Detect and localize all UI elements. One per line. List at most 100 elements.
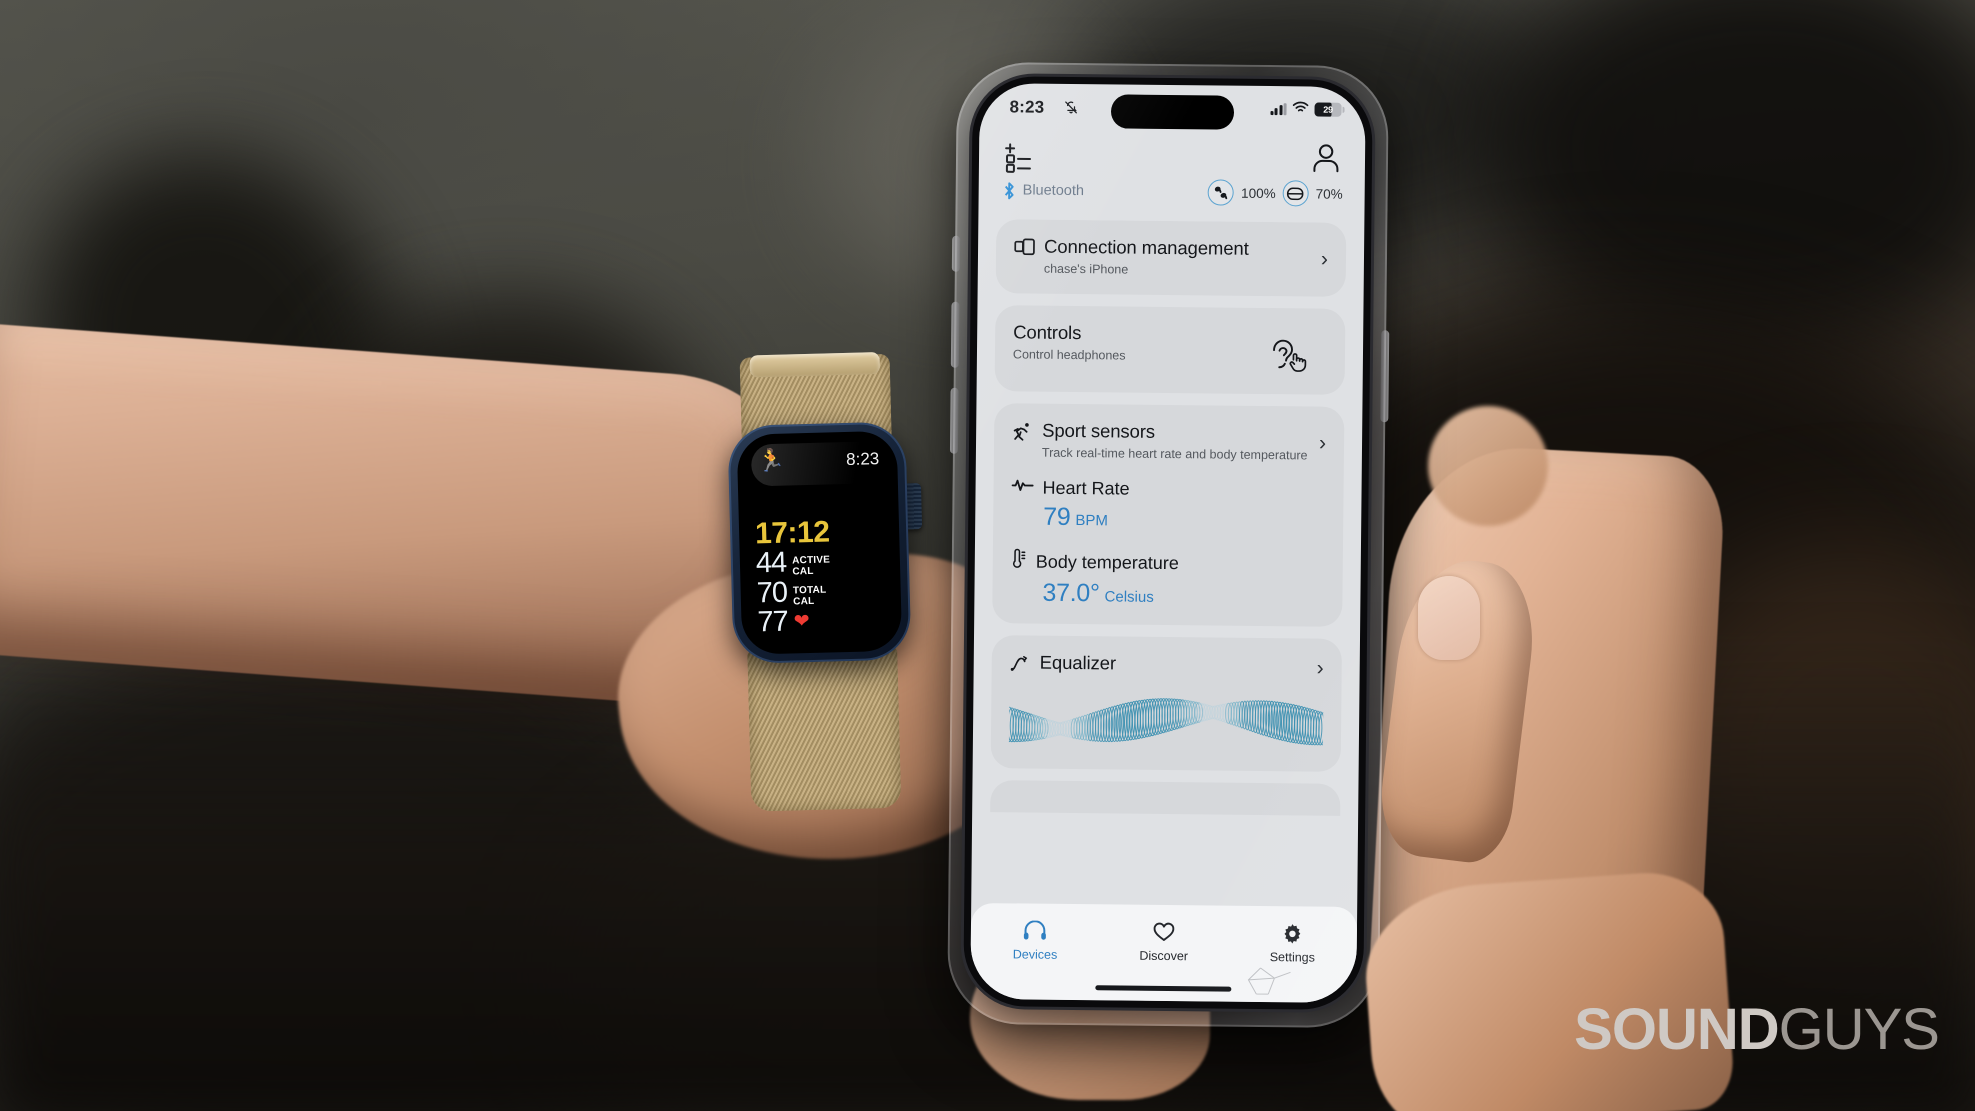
chevron-right-icon[interactable]: ›: [1313, 431, 1326, 454]
status-bar-indicators: 29: [1269, 100, 1345, 119]
status-bar: 8:23 29: [979, 83, 1365, 135]
chevron-right-icon[interactable]: ›: [1315, 248, 1328, 271]
sport-sensors-card[interactable]: Sport sensors Track real-time heart rate…: [992, 402, 1345, 627]
heart-rate-label: Heart Rate: [1042, 477, 1130, 499]
chevron-right-icon[interactable]: ›: [1311, 657, 1324, 680]
heart-rate-value: 79: [1043, 502, 1071, 531]
card-list: Connection management chase's iPhone › C…: [971, 219, 1364, 897]
watch-band-clasp: [749, 352, 881, 378]
watch-active-calories: 44 ACTIVE CAL: [755, 546, 831, 580]
body-temperature-metric: Body temperature 37.0° Celsius: [1010, 548, 1325, 610]
running-person-icon: 🏃: [756, 447, 785, 474]
soundguys-watermark: SOUNDGUYS: [1574, 1001, 1940, 1059]
battery-percent: 29: [1323, 104, 1333, 115]
battery-cap: [1342, 106, 1345, 113]
body-temperature-reading: 37.0° Celsius: [1042, 579, 1324, 611]
app-header: Bluetooth 100% 70%: [978, 131, 1365, 223]
heart-icon: ❤: [793, 611, 810, 633]
active-cal-line1: ACTIVE: [792, 554, 831, 567]
phone-screen[interactable]: 8:23 29 Bluetooth 100% 70% Connection ma…: [970, 83, 1366, 1003]
watch-case: 🏃 8:23 17:12 44 ACTIVE CAL 70 TOTAL CAL …: [727, 421, 912, 665]
phone-body: 8:23 29 Bluetooth 100% 70% Connection ma…: [963, 75, 1373, 1011]
equalizer-title: Equalizer: [1039, 651, 1117, 674]
finger: [1428, 406, 1548, 526]
watch-screen[interactable]: 🏃 8:23 17:12 44 ACTIVE CAL 70 TOTAL CAL …: [736, 430, 903, 655]
volume-up-button[interactable]: [950, 301, 960, 368]
bluetooth-status-row: Bluetooth 100% 70%: [1003, 177, 1343, 207]
bottom-tab-bar: Devices Discover Settings: [970, 902, 1358, 1003]
case-battery: 70%: [1315, 186, 1343, 202]
ear-tap-gesture-icon: [1265, 334, 1309, 374]
bluetooth-icon: [1004, 181, 1014, 199]
thumbnail: [1418, 576, 1480, 660]
battery-indicator: 29: [1314, 102, 1345, 117]
status-bar-time: 8:23: [1009, 97, 1045, 117]
battery-badges: 100% 70%: [1207, 179, 1343, 207]
tab-settings-label: Settings: [1269, 950, 1316, 965]
profile-icon[interactable]: [1311, 142, 1341, 174]
connection-management-card[interactable]: Connection management chase's iPhone ›: [995, 219, 1347, 297]
body-temperature-unit: Celsius: [1104, 588, 1154, 606]
tab-devices[interactable]: Devices: [971, 919, 1100, 962]
sport-sensors-subtitle: Track real-time heart rate and body temp…: [1041, 445, 1308, 462]
dynamic-island: [1110, 94, 1235, 130]
active-cal-value: 44: [755, 546, 787, 580]
body-temperature-value: 37.0°: [1042, 578, 1100, 608]
thermometer-icon: [1011, 548, 1027, 574]
earbuds-battery: 100%: [1241, 185, 1276, 201]
equalizer-card[interactable]: Equalizer ›: [990, 635, 1343, 772]
sport-sensors-title: Sport sensors: [1042, 419, 1156, 442]
active-cal-line2: CAL: [792, 566, 814, 578]
apple-watch: 🏃 8:23 17:12 44 ACTIVE CAL 70 TOTAL CAL …: [655, 352, 964, 812]
active-cal-label: ACTIVE CAL: [792, 548, 831, 578]
watch-heart-rate: 77 ❤: [757, 606, 832, 639]
next-card-partial[interactable]: [990, 780, 1341, 816]
heart-pulse-icon: [1011, 477, 1034, 498]
total-cal-line1: TOTAL: [792, 584, 827, 597]
earbuds-icon: [1207, 179, 1235, 206]
bluetooth-status: Bluetooth: [1003, 181, 1084, 201]
watermark-bold: SOUND: [1574, 997, 1779, 1062]
connection-management-subtitle: chase's iPhone: [1043, 261, 1129, 277]
watch-heart-rate-value: 77: [757, 606, 789, 639]
power-button[interactable]: [1380, 330, 1390, 423]
home-indicator[interactable]: [1095, 985, 1232, 992]
bluetooth-label: Bluetooth: [1022, 182, 1085, 200]
lower-fingers: [1360, 867, 1736, 1111]
total-cal-value: 70: [756, 576, 788, 610]
tab-discover[interactable]: Discover: [1099, 920, 1228, 963]
body-temperature-label: Body temperature: [1035, 551, 1179, 573]
watermark-light: GUYS: [1778, 997, 1940, 1062]
tab-devices-label: Devices: [1012, 947, 1058, 962]
heart-rate-metric: Heart Rate 79 BPM: [1011, 477, 1326, 534]
photo-scene: 🏃 8:23 17:12 44 ACTIVE CAL 70 TOTAL CAL …: [0, 0, 1975, 1111]
tab-discover-label: Discover: [1139, 948, 1189, 964]
add-device-icon[interactable]: [1003, 139, 1037, 173]
total-cal-label: TOTAL CAL: [793, 577, 827, 607]
heart-rate-reading: 79 BPM: [1043, 503, 1325, 535]
watch-time: 8:23: [845, 449, 880, 470]
volume-down-button[interactable]: [949, 387, 959, 454]
signal-bars-icon: [1269, 103, 1287, 116]
watch-total-calories: 70 TOTAL CAL: [756, 576, 831, 610]
headphones-icon: [1023, 920, 1047, 942]
watch-elapsed-timer: 17:12: [754, 515, 830, 551]
watch-workout-metrics: 17:12 44 ACTIVE CAL 70 TOTAL CAL 77 ❤: [754, 515, 832, 639]
iphone: 8:23 29 Bluetooth 100% 70% Connection ma…: [946, 61, 1390, 1029]
devices-icon: [1014, 235, 1044, 263]
mute-switch[interactable]: [951, 235, 961, 272]
heart-rate-unit: BPM: [1075, 512, 1109, 530]
wifi-icon: [1292, 100, 1309, 118]
running-person-icon: [1012, 419, 1042, 447]
gear-icon: [1282, 922, 1303, 944]
charging-case-icon: [1282, 180, 1309, 207]
connection-management-title: Connection management: [1043, 235, 1249, 259]
total-cal-line2: CAL: [793, 595, 815, 608]
heart-outline-icon: [1153, 921, 1175, 943]
watch-band-bottom: [747, 647, 902, 812]
bell-slash-icon: [1063, 100, 1078, 118]
equalizer-curve-icon: [1010, 651, 1040, 678]
audio-waveform-visual: [1008, 698, 1324, 746]
controls-card[interactable]: Controls Control headphones: [994, 304, 1346, 395]
tab-settings[interactable]: Settings: [1228, 922, 1357, 965]
